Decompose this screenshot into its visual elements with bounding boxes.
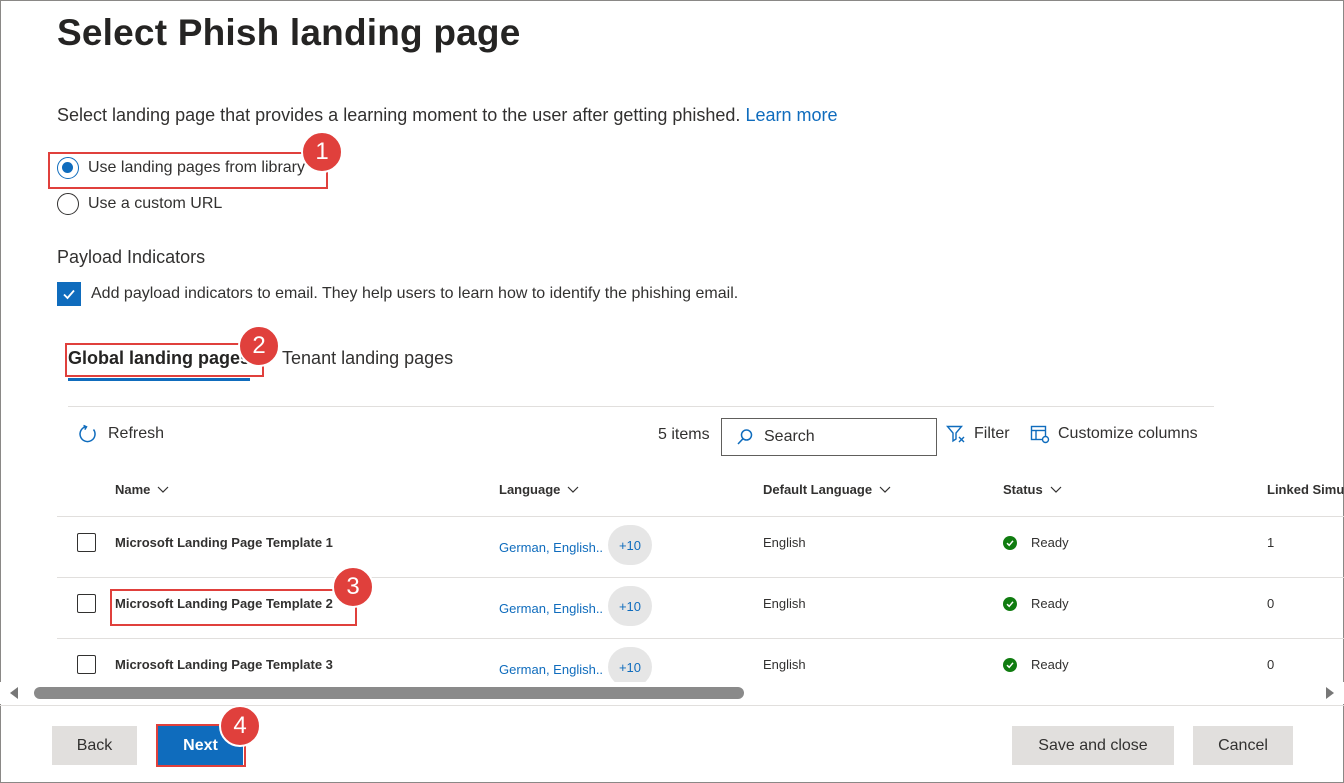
row-status-label: Ready	[1031, 657, 1069, 672]
chevron-down-icon	[157, 486, 169, 493]
payload-indicators-heading: Payload Indicators	[57, 247, 206, 267]
row-default-language: English	[763, 535, 806, 550]
row-name[interactable]: Microsoft Landing Page Template 3	[115, 657, 333, 672]
column-header-language[interactable]: Language	[499, 482, 579, 497]
cancel-button[interactable]: Cancel	[1193, 726, 1293, 765]
customize-columns-icon	[1030, 425, 1050, 444]
row-name[interactable]: Microsoft Landing Page Template 1	[115, 535, 333, 550]
more-languages-badge[interactable]: +10	[608, 525, 652, 565]
radio-library-label: Use landing pages from library	[88, 159, 305, 176]
search-icon	[737, 429, 753, 445]
payload-indicators-checkbox[interactable]: Add payload indicators to email. They he…	[57, 282, 738, 306]
row-checkbox[interactable]	[77, 655, 96, 674]
column-header-status[interactable]: Status	[1003, 482, 1062, 497]
row-status-label: Ready	[1031, 596, 1069, 611]
column-header-linked-simulations[interactable]: Linked Simu	[1267, 482, 1344, 497]
row-language[interactable]: German, English..	[499, 540, 603, 555]
column-header-label: Name	[115, 482, 151, 497]
save-and-close-button[interactable]: Save and close	[1012, 726, 1174, 765]
toolbar: Refresh 5 items Search Filter Customize …	[68, 418, 1214, 456]
row-default-language: English	[763, 596, 806, 611]
filter-button[interactable]: Filter	[946, 424, 1010, 444]
callout-badge: 4	[219, 705, 261, 747]
radio-checked-icon	[57, 157, 79, 179]
column-header-label: Default Language	[763, 482, 873, 497]
check-circle-icon	[1003, 596, 1017, 611]
filter-label: Filter	[974, 425, 1010, 442]
tab-tenant-landing-pages[interactable]: Tenant landing pages	[282, 348, 453, 381]
callout-badge: 1	[301, 131, 343, 173]
customize-columns-button[interactable]: Customize columns	[1030, 424, 1198, 444]
page-description: Select landing page that provides a lear…	[57, 105, 838, 126]
column-header-label: Linked Simu	[1267, 482, 1344, 497]
row-status: Ready	[1003, 535, 1069, 550]
chevron-down-icon	[879, 486, 891, 493]
radio-library[interactable]: Use landing pages from library	[57, 157, 305, 179]
column-header-name[interactable]: Name	[115, 482, 169, 497]
search-input[interactable]: Search	[721, 418, 937, 456]
back-button[interactable]: Back	[52, 726, 137, 765]
chevron-down-icon	[567, 486, 579, 493]
payload-indicators-label: Add payload indicators to email. They he…	[91, 285, 739, 302]
refresh-label: Refresh	[108, 425, 165, 442]
refresh-icon	[79, 424, 96, 443]
footer-divider	[0, 705, 1344, 706]
column-header-label: Status	[1003, 482, 1043, 497]
row-checkbox[interactable]	[77, 533, 96, 552]
row-checkbox[interactable]	[77, 594, 96, 613]
filter-icon	[946, 425, 965, 443]
check-circle-icon	[1003, 657, 1017, 672]
checkmark-icon	[57, 282, 81, 306]
search-placeholder: Search	[764, 428, 815, 445]
more-languages-badge[interactable]: +10	[608, 647, 652, 682]
landing-pages-table: Name Language Default Language Status Li…	[0, 470, 1344, 682]
radio-custom-url[interactable]: Use a custom URL	[57, 193, 222, 215]
scroll-left-icon[interactable]	[10, 687, 18, 699]
row-default-language: English	[763, 657, 806, 672]
row-status-label: Ready	[1031, 535, 1069, 550]
page-title: Select Phish landing page	[57, 12, 521, 53]
description-text: Select landing page that provides a lear…	[57, 105, 741, 125]
row-status: Ready	[1003, 596, 1069, 611]
radio-custom-url-label: Use a custom URL	[88, 195, 223, 212]
refresh-button[interactable]: Refresh	[78, 424, 164, 444]
row-language[interactable]: German, English..	[499, 662, 603, 677]
row-language[interactable]: German, English..	[499, 601, 603, 616]
tab-global-landing-pages[interactable]: Global landing pages	[68, 348, 251, 381]
column-header-label: Language	[499, 482, 561, 497]
table-row[interactable]: Microsoft Landing Page Template 1 German…	[0, 517, 1344, 578]
table-row[interactable]: Microsoft Landing Page Template 2 German…	[0, 578, 1344, 639]
row-status: Ready	[1003, 657, 1069, 672]
row-linked: 0	[1267, 657, 1275, 672]
learn-more-link[interactable]: Learn more	[745, 105, 837, 125]
chevron-down-icon	[1050, 486, 1062, 493]
scroll-right-icon[interactable]	[1326, 687, 1334, 699]
row-name[interactable]: Microsoft Landing Page Template 2	[115, 596, 333, 611]
radio-unchecked-icon	[57, 193, 79, 215]
callout-badge: 3	[332, 566, 374, 608]
column-header-default-language[interactable]: Default Language	[763, 482, 891, 497]
callout-badge: 2	[238, 325, 280, 367]
scrollbar-thumb[interactable]	[34, 687, 744, 699]
toolbar-divider	[68, 406, 1214, 407]
row-linked: 1	[1267, 535, 1275, 550]
item-count: 5 items	[658, 426, 710, 443]
table-row[interactable]: Microsoft Landing Page Template 3 German…	[0, 639, 1344, 682]
check-circle-icon	[1003, 535, 1017, 550]
customize-columns-label: Customize columns	[1058, 425, 1198, 442]
more-languages-badge[interactable]: +10	[608, 586, 652, 626]
horizontal-scrollbar[interactable]	[0, 682, 1344, 704]
row-linked: 0	[1267, 596, 1275, 611]
